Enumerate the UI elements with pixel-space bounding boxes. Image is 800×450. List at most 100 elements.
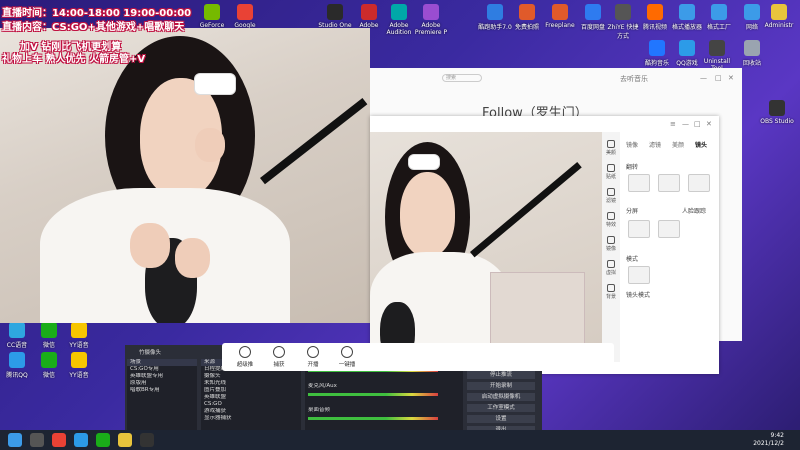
obs-control-button[interactable]: 停止推流	[467, 371, 535, 379]
source-item[interactable]: CS:GO	[201, 401, 301, 408]
camera-settings-window[interactable]: ≡ — □ ✕ 美颜 贴纸 滤镜 特效 镜像 虚拟 背景 镜像 滤镜 美颜 镜头 翻转 分屏 人脸…	[370, 116, 719, 374]
toolbar-item-icon	[239, 346, 251, 358]
split-three-button[interactable]	[658, 220, 680, 238]
close-icon[interactable]: ✕	[706, 120, 712, 128]
desktop-icon-label: 微信	[42, 342, 55, 349]
desktop-icon-label: 腾讯视频	[642, 24, 667, 31]
desktop-icon[interactable]: YY语音	[62, 352, 96, 379]
desktop-icon[interactable]: 免费拍照	[510, 4, 544, 31]
mixer-label: 麦克风/Aux	[308, 383, 337, 389]
desktop-icon[interactable]: 回收站	[735, 40, 769, 67]
start-icon[interactable]	[8, 433, 22, 447]
lens-mode-button[interactable]	[628, 266, 650, 284]
flip-vertical-button[interactable]	[658, 174, 680, 192]
toolbar-item-icon	[273, 346, 285, 358]
obs-icon[interactable]	[140, 433, 154, 447]
scene-item[interactable]: 唱歌BR专用	[127, 387, 197, 394]
side-item-icon	[607, 164, 615, 172]
app-icon	[679, 40, 695, 56]
flip-horizontal-button[interactable]	[628, 174, 650, 192]
desktop-icon[interactable]: YY语音	[62, 322, 96, 349]
search-icon[interactable]	[30, 433, 44, 447]
camera-tab[interactable]: 镜像	[626, 140, 638, 149]
toolbar-item[interactable]: 开播	[298, 346, 328, 368]
search-input[interactable]: 搜索	[442, 74, 482, 82]
source-item[interactable]: 图片叠加	[201, 387, 301, 394]
scene-item[interactable]: 英雄联盟专用	[127, 373, 197, 380]
desktop-icon-label: CC语音	[6, 342, 28, 349]
minimize-icon[interactable]: —	[682, 120, 689, 128]
scene-item[interactable]: 原版用	[127, 380, 197, 387]
app-icon	[71, 322, 87, 338]
hand-shape	[130, 223, 170, 268]
toolbar-item[interactable]: 超级推	[230, 346, 260, 368]
lens-label: 镜头模式	[626, 292, 651, 299]
desktop-icon[interactable]: 腾讯QQ	[0, 352, 34, 379]
scene-item[interactable]: CS:GO专用	[127, 366, 197, 373]
desktop-icon[interactable]: Freeplane	[543, 4, 577, 29]
app-icon	[361, 4, 377, 20]
toolbar-item[interactable]: 捕获	[264, 346, 294, 368]
desktop-icon[interactable]: OBS Studio	[760, 100, 794, 125]
camera-tab[interactable]: 美颜	[672, 140, 684, 149]
rotate-button[interactable]	[688, 174, 710, 192]
desktop-icon[interactable]: Adobe Premiere P	[414, 4, 448, 36]
desktop-icon[interactable]: 格式播放器	[670, 4, 704, 31]
side-item-label: 特效	[605, 222, 616, 228]
desktop-icon[interactable]: Administr	[762, 4, 796, 29]
camera-tab[interactable]: 滤镜	[649, 140, 661, 149]
camera-side-item[interactable]: 滤镜	[602, 188, 620, 204]
qq-icon[interactable]	[74, 433, 88, 447]
source-item[interactable]: 摄像头	[201, 373, 301, 380]
desktop-icon[interactable]: Google	[228, 4, 262, 29]
app-icon	[771, 4, 787, 20]
desktop-icon[interactable]: 酷跑助手7.0	[478, 4, 512, 31]
menu-icon[interactable]: ≡	[670, 120, 676, 128]
volume-meter[interactable]	[308, 417, 438, 420]
wechat-icon[interactable]	[96, 433, 110, 447]
camera-side-item[interactable]: 背景	[602, 284, 620, 300]
desktop-icon[interactable]: 微信	[32, 322, 66, 349]
source-item[interactable]: 游戏捕获	[201, 408, 301, 415]
split-two-button[interactable]	[628, 220, 650, 238]
minimize-icon[interactable]: —	[700, 74, 707, 82]
volume-meter[interactable]	[308, 393, 438, 396]
maximize-icon[interactable]: □	[694, 120, 701, 128]
close-icon[interactable]: ✕	[728, 74, 734, 82]
camera-side-item[interactable]: 镜像	[602, 236, 620, 252]
source-item[interactable]: 未知光线	[201, 380, 301, 387]
desktop-icon[interactable]: Studio One	[318, 4, 352, 29]
app-icon	[71, 352, 87, 368]
desktop-icon[interactable]: QQ游戏	[670, 40, 704, 67]
side-item-label: 镜像	[605, 246, 616, 252]
obs-control-button[interactable]: 工作室模式	[467, 404, 535, 412]
source-item[interactable]: 英雄联盟	[201, 394, 301, 401]
desktop-icon[interactable]: 酷狗音乐	[640, 40, 674, 67]
desktop-icon[interactable]: Adobe	[352, 4, 386, 29]
face-follow-toggle[interactable]: 人脸跟踪	[682, 206, 706, 215]
desktop-icon[interactable]: 微信	[32, 352, 66, 379]
obs-control-button[interactable]: 启动虚拟摄像机	[467, 393, 535, 401]
source-item[interactable]: 显示器捕获	[201, 415, 301, 422]
desktop-icon[interactable]: 格式工厂	[702, 4, 736, 31]
obs-control-button[interactable]: 设置	[467, 415, 535, 423]
mic-arm	[260, 97, 368, 185]
maximize-icon[interactable]: □	[715, 74, 722, 82]
folder-icon[interactable]	[118, 433, 132, 447]
toolbar-item[interactable]: 一键播	[332, 346, 362, 368]
chrome-icon[interactable]	[52, 433, 66, 447]
desktop-icon[interactable]: 百度网盘	[576, 4, 610, 31]
desktop-icon[interactable]: GeForce	[195, 4, 229, 29]
camera-side-item[interactable]: 特效	[602, 212, 620, 228]
camera-side-item[interactable]: 贴纸	[602, 164, 620, 180]
obs-control-button[interactable]: 开始录制	[467, 382, 535, 390]
desktop-icon[interactable]: CC语音	[0, 322, 34, 349]
user-link[interactable]: 去听音乐	[620, 74, 648, 84]
desktop-icon[interactable]: 腾讯视频	[638, 4, 672, 31]
desktop-icon[interactable]: ZhiYE 快捷方式	[606, 4, 640, 40]
camera-preview	[370, 132, 602, 362]
camera-side-item[interactable]: 虚拟	[602, 260, 620, 276]
camera-tab[interactable]: 镜头	[695, 140, 707, 149]
camera-side-item[interactable]: 美颜	[602, 140, 620, 156]
desktop-icon[interactable]: Adobe Audition	[382, 4, 416, 36]
